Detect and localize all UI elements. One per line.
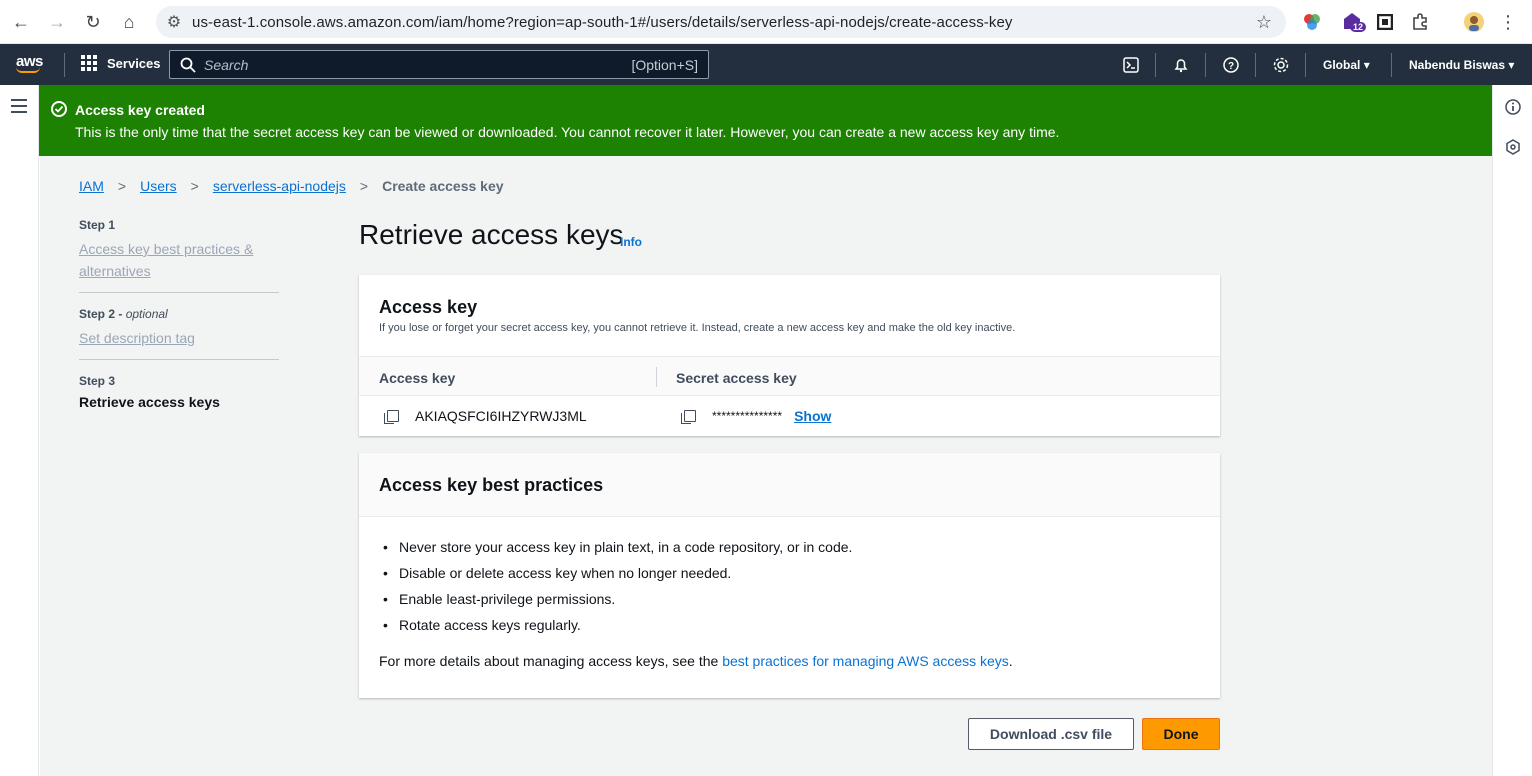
help-icon[interactable]: ? [1221, 55, 1241, 75]
address-bar[interactable]: ⚙ us-east-1.console.aws.amazon.com/iam/h… [156, 6, 1286, 38]
list-item: Disable or delete access key when no lon… [379, 565, 852, 581]
search-icon [180, 57, 196, 73]
more-suffix: . [1008, 653, 1013, 669]
access-key-cell: AKIAQSFCI6IHZYRWJ3ML [384, 408, 587, 424]
secret-key-masked: *************** [712, 409, 783, 423]
step-label: Step 2 - optional [79, 307, 168, 321]
list-item: Enable least-privilege permissions. [379, 591, 852, 607]
success-check-icon [51, 101, 67, 117]
secret-key-cell: *************** Show [681, 408, 831, 424]
best-practices-heading: Access key best practices [379, 475, 604, 495]
col-secret-access-key: Secret access key [676, 370, 797, 386]
browser-toolbar: ← → ↻ ⌂ ⚙ us-east-1.console.aws.amazon.c… [0, 0, 1532, 44]
extensions-puzzle-icon[interactable] [1408, 10, 1432, 34]
access-key-description: If you lose or forget your secret access… [379, 322, 1016, 334]
step-current: Retrieve access keys [79, 394, 220, 410]
download-csv-button[interactable]: Download .csv file [968, 718, 1134, 750]
screenshot-extension-icon[interactable] [1373, 10, 1397, 34]
step-1: Step 1 Access key best practices & alter… [79, 218, 279, 293]
left-rail [0, 85, 39, 776]
more-prefix: For more details about managing access k… [379, 653, 723, 669]
notifications-bell-icon[interactable] [1171, 55, 1191, 75]
main-content: IAM > Users > serverless-api-nodejs > Cr… [40, 156, 1492, 776]
step-2: Step 2 - optional Set description tag [79, 307, 279, 360]
access-key-container: Access key If you lose or forget your se… [359, 275, 1220, 436]
region-selector[interactable]: Global ▾ [1323, 58, 1370, 72]
svg-text:?: ? [1228, 61, 1234, 72]
services-grid-icon [81, 55, 97, 71]
search-shortcut: [Option+S] [631, 57, 698, 73]
caret-down-icon: ▾ [1363, 58, 1370, 72]
region-label: Global [1323, 58, 1361, 72]
profile-avatar[interactable] [1462, 10, 1486, 34]
services-label: Services [107, 55, 161, 71]
page-title: Retrieve access keys [359, 219, 624, 250]
url-text: us-east-1.console.aws.amazon.com/iam/hom… [192, 13, 1013, 31]
cloudshell-icon[interactable] [1121, 55, 1141, 75]
color-extension-icon[interactable] [1300, 10, 1324, 34]
best-practices-list: Never store your access key in plain tex… [379, 539, 852, 643]
search-placeholder: Search [204, 56, 249, 73]
list-item: Never store your access key in plain tex… [379, 539, 852, 555]
flash-title: Access key created [75, 102, 205, 118]
info-link[interactable]: Info [620, 235, 642, 249]
best-practices-link[interactable]: best practices for managing AWS access k… [722, 653, 1009, 669]
breadcrumb-user[interactable]: serverless-api-nodejs [213, 178, 346, 194]
browser-menu-icon[interactable]: ⋮ [1496, 10, 1520, 34]
right-rail [1492, 85, 1532, 776]
breadcrumb: IAM > Users > serverless-api-nodejs > Cr… [79, 178, 504, 194]
flash-message: This is the only time that the secret ac… [75, 124, 1060, 140]
step-optional: optional [125, 307, 168, 321]
aws-logo-text: aws [16, 53, 43, 70]
hamburger-menu-icon[interactable] [11, 99, 27, 117]
step-link: Access key best practices & alternatives [79, 241, 254, 279]
tools-hexagon-icon[interactable] [1505, 139, 1521, 155]
services-menu-button[interactable]: Services [81, 55, 161, 71]
done-button[interactable]: Done [1142, 718, 1220, 750]
aws-top-nav: aws Services Search [Option+S] ? Global … [0, 44, 1532, 85]
more-details-text: For more details about managing access k… [379, 653, 1013, 669]
settings-gear-icon[interactable] [1271, 55, 1291, 75]
col-access-key: Access key [379, 370, 456, 386]
caret-down-icon: ▾ [1508, 58, 1515, 72]
extension-badge-count: 12 [1350, 22, 1367, 32]
table-header: Access key Secret access key [359, 356, 1220, 396]
bookmark-star-icon[interactable]: ☆ [1256, 12, 1272, 33]
step-label: Step 1 [79, 218, 116, 232]
site-settings-icon[interactable]: ⚙ [156, 12, 192, 32]
forward-arrow-icon[interactable]: → [39, 4, 75, 40]
chevron-right-icon: > [190, 178, 199, 194]
breadcrumb-iam[interactable]: IAM [79, 178, 104, 194]
step-link: Set description tag [79, 330, 195, 346]
step-label: Step 3 [79, 374, 116, 388]
extension-badge-icon[interactable]: 12 [1340, 10, 1367, 34]
step-3: Step 3 Retrieve access keys [79, 374, 279, 420]
step-number: Step 2 [79, 307, 116, 321]
aws-logo[interactable]: aws [16, 53, 43, 73]
home-icon[interactable]: ⌂ [111, 4, 147, 40]
reload-icon[interactable]: ↻ [75, 4, 111, 40]
back-arrow-icon[interactable]: ← [3, 4, 39, 40]
breadcrumb-current: Create access key [382, 178, 504, 194]
best-practices-container: Access key best practices Never store yo… [359, 453, 1220, 698]
chevron-right-icon: > [117, 178, 127, 194]
show-secret-link[interactable]: Show [794, 408, 831, 424]
wizard-steps: Step 1 Access key best practices & alter… [79, 218, 279, 434]
chevron-right-icon: > [359, 178, 369, 194]
access-key-value: AKIAQSFCI6IHZYRWJ3ML [415, 408, 587, 424]
list-item: Rotate access keys regularly. [379, 617, 852, 633]
copy-icon[interactable] [681, 410, 696, 424]
access-key-heading: Access key [379, 297, 478, 317]
account-menu[interactable]: Nabendu Biswas ▾ [1409, 58, 1514, 72]
info-panel-icon[interactable] [1505, 99, 1521, 115]
breadcrumb-users[interactable]: Users [140, 178, 177, 194]
success-flashbar: Access key created This is the only time… [39, 85, 1492, 156]
copy-icon[interactable] [384, 410, 399, 424]
search-input[interactable]: Search [Option+S] [169, 50, 709, 79]
account-name: Nabendu Biswas [1409, 58, 1506, 72]
